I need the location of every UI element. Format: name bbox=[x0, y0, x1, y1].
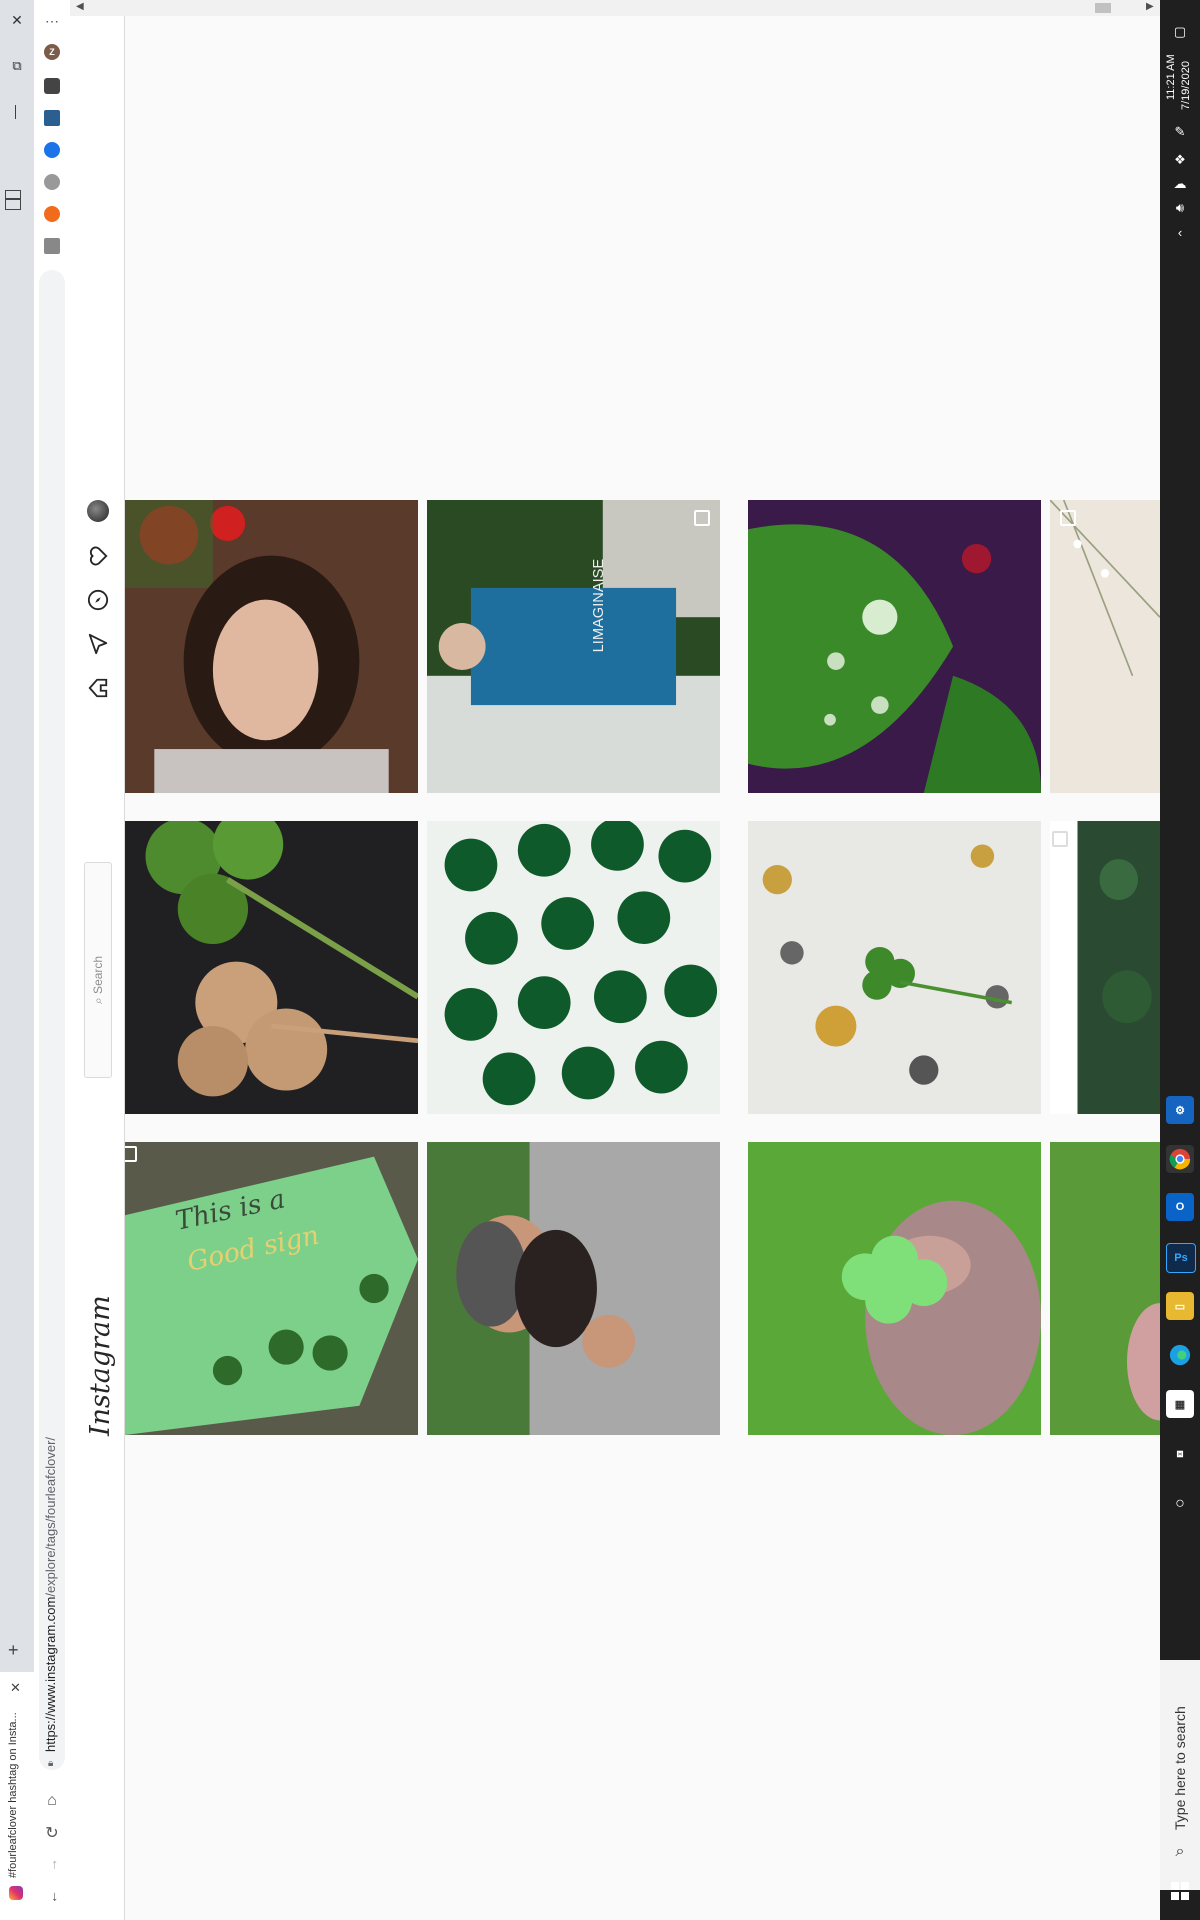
url-path: /explore/tags/fourleafclover/ bbox=[43, 1436, 58, 1597]
extension-blue-icon[interactable] bbox=[44, 142, 60, 158]
onedrive-icon[interactable]: ☁ bbox=[1170, 174, 1190, 194]
extension-g-icon[interactable] bbox=[44, 238, 60, 254]
outlook-app-icon[interactable]: O bbox=[1166, 1193, 1194, 1221]
multi-photo-icon bbox=[125, 1146, 137, 1162]
post-tile[interactable] bbox=[1050, 1142, 1160, 1435]
post-tile[interactable] bbox=[125, 500, 418, 793]
photoshop-app-icon[interactable]: Ps bbox=[1166, 1243, 1196, 1273]
home-icon[interactable]: ⌂ bbox=[41, 1790, 63, 1812]
reload-icon[interactable]: ↻ bbox=[41, 1822, 63, 1844]
scrollbar-thumb[interactable] bbox=[1095, 3, 1111, 13]
windows-taskbar bbox=[1160, 0, 1200, 1920]
vertical-tabs-icon[interactable] bbox=[5, 190, 21, 210]
profile-avatar[interactable]: Z bbox=[44, 44, 60, 60]
cortana-icon[interactable]: ○ bbox=[1166, 1490, 1194, 1518]
lock-icon[interactable]: 🔒︎ bbox=[48, 1758, 53, 1769]
file-explorer-app-icon[interactable]: ▭ bbox=[1166, 1292, 1194, 1320]
scroll-right-icon[interactable]: ▶ bbox=[1146, 1, 1154, 12]
profile-avatar-icon[interactable] bbox=[87, 500, 109, 522]
multi-photo-icon bbox=[1052, 831, 1068, 847]
settings-app-icon[interactable]: ⚙ bbox=[1166, 1096, 1194, 1124]
post-tile[interactable] bbox=[427, 1142, 720, 1435]
post-tile[interactable] bbox=[1050, 821, 1160, 1114]
taskbar-search-placeholder: Type here to search bbox=[1172, 1706, 1188, 1830]
browser-tabstrip: ✕ ⧉ — + ✕ #fourleafclover hashtag on Ins… bbox=[0, 0, 34, 1920]
heart-icon[interactable] bbox=[86, 544, 110, 568]
edge-app-icon[interactable] bbox=[1166, 1341, 1194, 1369]
search-placeholder-text: Search bbox=[91, 955, 105, 994]
volume-icon[interactable]: 🔊︎ bbox=[1170, 198, 1190, 218]
svg-text:LIMAGINAISE: LIMAGINAISE bbox=[591, 559, 607, 653]
dropbox-icon[interactable]: ❖ bbox=[1170, 150, 1190, 170]
url-text[interactable]: https://www.instagram.com/explore/tags/f… bbox=[43, 1372, 61, 1752]
pen-icon[interactable]: ✎ bbox=[1170, 122, 1190, 142]
home-nav-icon[interactable] bbox=[86, 676, 110, 700]
extension-orange-icon[interactable] bbox=[44, 206, 60, 222]
chrome-app-icon[interactable] bbox=[1166, 1145, 1194, 1173]
url-host: https://www.instagram.com bbox=[43, 1596, 58, 1752]
extension-stocks-icon[interactable] bbox=[44, 110, 60, 126]
clock-date[interactable]: 7/19/2020 bbox=[1180, 20, 1194, 110]
menu-icon[interactable]: ⋯ bbox=[41, 10, 63, 32]
window-close-button[interactable]: ✕ bbox=[6, 12, 28, 29]
extensions-icon[interactable] bbox=[44, 78, 60, 94]
explore-icon[interactable] bbox=[86, 588, 110, 612]
photo-grid: LIMAGINAISE This is a Good sign bbox=[125, 500, 1160, 1435]
multi-photo-icon bbox=[694, 510, 710, 526]
task-view-icon[interactable]: ⧈ bbox=[1166, 1440, 1194, 1468]
tab-title[interactable]: #fourleafclover hashtag on Insta... bbox=[7, 1658, 25, 1878]
window-restore-button[interactable]: ⧉ bbox=[6, 58, 28, 74]
forward-icon[interactable]: → bbox=[41, 1854, 63, 1876]
post-tile[interactable] bbox=[427, 821, 720, 1114]
instagram-favicon-icon bbox=[9, 1886, 23, 1900]
window-minimize-button[interactable]: — bbox=[9, 101, 25, 123]
instagram-logo[interactable]: Instagram bbox=[85, 1286, 116, 1436]
post-tile[interactable] bbox=[748, 1142, 1041, 1435]
multi-photo-icon bbox=[1060, 510, 1076, 526]
search-placeholder: ⌕ Search bbox=[91, 955, 105, 1004]
extension-grey-icon[interactable] bbox=[44, 174, 60, 190]
search-icon: ⌕ bbox=[1175, 1843, 1185, 1860]
clock-time[interactable]: 11:21 AM bbox=[1165, 10, 1179, 100]
tray-expand-icon[interactable]: ‹ bbox=[1170, 222, 1190, 242]
back-icon[interactable]: ← bbox=[41, 1886, 63, 1908]
post-tile[interactable]: LIMAGINAISE bbox=[427, 500, 720, 793]
store-app-icon[interactable]: ▦ bbox=[1166, 1390, 1194, 1418]
horizontal-scrollbar[interactable]: ◀ ▶ bbox=[70, 0, 1160, 16]
post-tile[interactable] bbox=[125, 821, 418, 1114]
direct-message-icon[interactable] bbox=[86, 632, 110, 656]
scroll-left-icon[interactable]: ◀ bbox=[76, 1, 84, 12]
post-tile[interactable] bbox=[748, 500, 1041, 793]
windows-start-icon[interactable] bbox=[1171, 1882, 1189, 1900]
post-tile[interactable] bbox=[1050, 500, 1160, 793]
post-tile[interactable] bbox=[748, 821, 1041, 1114]
post-tile[interactable]: This is a Good sign bbox=[125, 1142, 418, 1435]
